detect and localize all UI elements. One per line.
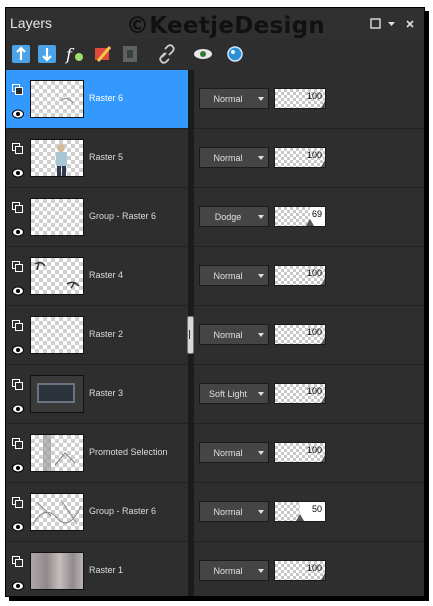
layer-name: Raster 5 <box>89 152 124 162</box>
svg-text:f: f <box>65 45 75 64</box>
layer-name: Raster 6 <box>89 93 124 103</box>
layer-stack-icon[interactable] <box>12 436 23 449</box>
layer-thumbnail <box>30 552 84 590</box>
chevron-down-icon <box>258 156 264 160</box>
opacity-slider[interactable]: 100 <box>274 560 326 581</box>
layer-row[interactable]: Promoted Selection Normal 100 <box>6 424 424 483</box>
new-raster-layer-icon[interactable] <box>10 43 32 65</box>
layer-stack-icon[interactable] <box>12 141 23 154</box>
opacity-slider[interactable]: 100 <box>274 265 326 286</box>
blend-mode-dropdown[interactable]: Normal <box>199 442 269 463</box>
layer-thumbnail <box>30 316 84 354</box>
layer-name: Promoted Selection <box>89 447 168 457</box>
opacity-slider[interactable]: 100 <box>274 442 326 463</box>
chevron-down-icon <box>258 451 264 455</box>
layer-thumbnail <box>30 257 84 295</box>
layer-row[interactable]: Raster 1 Normal 100 <box>6 542 424 596</box>
visibility-eye-icon[interactable] <box>12 106 24 119</box>
layer-thumbnail <box>30 434 84 472</box>
blend-mode-dropdown[interactable]: Normal <box>199 501 269 522</box>
blend-mode-dropdown[interactable]: Normal <box>199 147 269 168</box>
layer-name: Raster 4 <box>89 270 124 280</box>
opacity-slider[interactable]: 50 <box>274 501 326 522</box>
visibility-eye-icon[interactable] <box>12 165 24 178</box>
layer-stack-icon[interactable] <box>12 318 23 331</box>
layer-name: Raster 1 <box>89 565 124 575</box>
chevron-down-icon <box>258 510 264 514</box>
layers-list: Raster 6 Normal 100 Raster 5 Normal 100 <box>6 70 424 596</box>
layer-row[interactable]: Raster 5 Normal 100 <box>6 129 424 188</box>
blend-mode-dropdown[interactable]: Normal <box>199 560 269 581</box>
visibility-eye-icon[interactable] <box>12 342 24 355</box>
chevron-down-icon <box>258 274 264 278</box>
link-icon[interactable] <box>156 43 178 65</box>
layer-thumbnail <box>30 198 84 236</box>
opacity-slider[interactable]: 100 <box>274 383 326 404</box>
chevron-down-icon <box>258 215 264 219</box>
layer-name: Group - Raster 6 <box>89 211 157 221</box>
blend-mode-dropdown[interactable]: Dodge <box>199 206 269 227</box>
watermark: ©KeetjeDesign <box>126 13 326 39</box>
layer-stack-icon[interactable] <box>12 554 23 567</box>
layer-thumbnail <box>30 493 84 531</box>
blend-mode-dropdown[interactable]: Normal <box>199 88 269 109</box>
layer-name: Raster 3 <box>89 388 124 398</box>
menu-dropdown-icon[interactable] <box>388 18 396 32</box>
visibility-eye-icon[interactable] <box>12 224 24 237</box>
opacity-slider[interactable]: 100 <box>274 324 326 345</box>
visibility-eye-icon[interactable] <box>192 43 214 65</box>
layer-row[interactable]: Group - Raster 6 Dodge 69 <box>6 188 424 247</box>
layer-style-icon[interactable] <box>224 43 246 65</box>
mask-icon[interactable] <box>119 43 141 65</box>
merge-down-icon[interactable] <box>36 43 58 65</box>
panel-title: Layers <box>10 15 53 31</box>
visibility-eye-icon[interactable] <box>12 578 24 591</box>
visibility-eye-icon[interactable] <box>12 283 24 296</box>
layer-stack-icon[interactable] <box>12 200 23 213</box>
blend-mode-dropdown[interactable]: Soft Light <box>199 383 269 404</box>
blend-mode-dropdown[interactable]: Normal <box>199 265 269 286</box>
layer-row[interactable]: Group - Raster 6 Normal 50 <box>6 483 424 542</box>
chevron-down-icon <box>258 569 264 573</box>
layer-thumbnail <box>30 139 84 177</box>
title-bar: Layers ©KeetjeDesign <box>6 8 424 39</box>
layer-stack-icon[interactable] <box>12 495 23 508</box>
opacity-slider[interactable]: 100 <box>274 147 326 168</box>
layers-toolbar: f <box>6 38 424 70</box>
opacity-slider[interactable]: 100 <box>274 88 326 109</box>
layer-effects-icon[interactable]: f <box>64 43 86 65</box>
layer-thumbnail <box>30 80 84 118</box>
layer-stack-icon[interactable] <box>12 82 23 95</box>
layer-name: Group - Raster 6 <box>89 506 157 516</box>
close-icon[interactable] <box>405 18 415 32</box>
visibility-eye-icon[interactable] <box>12 401 24 414</box>
layer-name: Raster 2 <box>89 329 124 339</box>
layer-row[interactable]: Raster 4 Normal 100 <box>6 247 424 306</box>
chevron-down-icon <box>258 333 264 337</box>
layers-panel: Layers ©KeetjeDesign f Raster 6 Normal 1… <box>5 7 425 597</box>
chevron-down-icon <box>258 392 264 396</box>
chevron-down-icon <box>258 97 264 101</box>
layer-stack-icon[interactable] <box>12 377 23 390</box>
opacity-slider[interactable]: 69 <box>274 206 326 227</box>
layer-stack-icon[interactable] <box>12 259 23 272</box>
column-resize-handle[interactable] <box>187 316 194 354</box>
layer-row[interactable]: Raster 6 Normal 100 <box>6 70 424 129</box>
restore-icon[interactable] <box>370 18 381 32</box>
blend-mode-dropdown[interactable]: Normal <box>199 324 269 345</box>
visibility-eye-icon[interactable] <box>12 460 24 473</box>
paint-brush-icon[interactable] <box>92 43 114 65</box>
layer-thumbnail <box>30 375 84 413</box>
layer-row[interactable]: Raster 3 Soft Light 100 <box>6 365 424 424</box>
visibility-eye-icon[interactable] <box>12 519 24 532</box>
layer-row[interactable]: Raster 2 Normal 100 <box>6 306 424 365</box>
